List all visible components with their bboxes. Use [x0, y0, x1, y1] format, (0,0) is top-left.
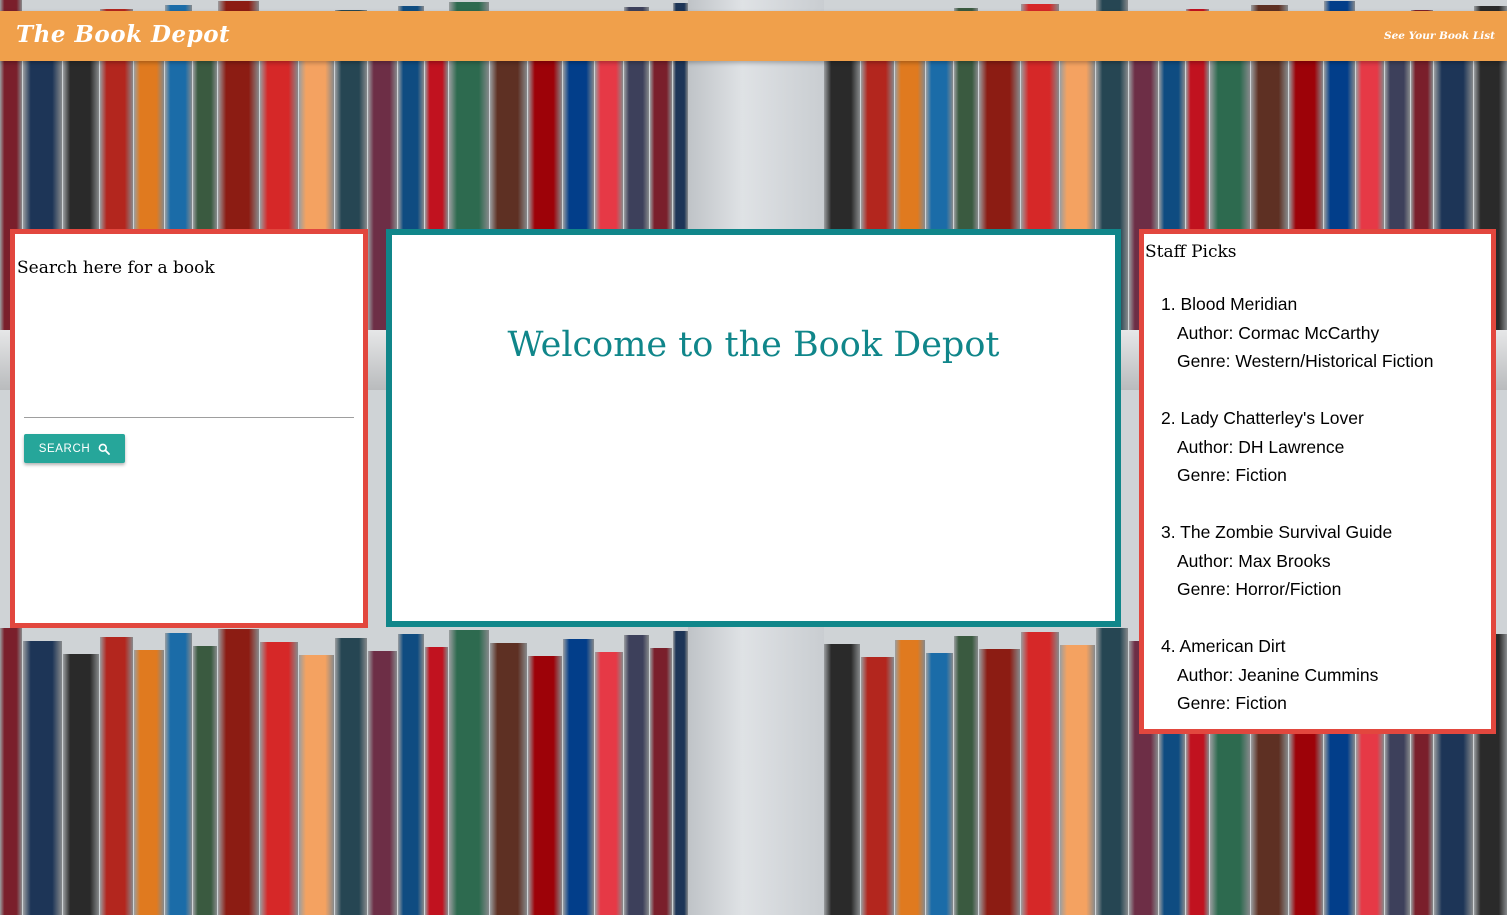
book-spine	[23, 641, 62, 915]
list-item: 2. Lady Chatterley's Lover Author: DH La…	[1161, 404, 1433, 490]
pick-author: Author: DH Lawrence	[1177, 436, 1345, 457]
book-spine	[425, 647, 448, 915]
pick-number: 4.	[1161, 636, 1176, 656]
book-spine	[528, 656, 562, 915]
pick-title: American Dirt	[1179, 636, 1286, 656]
book-spine	[979, 649, 1020, 915]
book-spine	[563, 639, 594, 915]
welcome-title: Welcome to the Book Depot	[507, 325, 1000, 365]
pick-genre: Genre: Fiction	[1177, 465, 1287, 485]
book-spine	[193, 646, 217, 915]
book-spine	[1060, 645, 1095, 915]
book-spine	[624, 635, 649, 915]
staff-picks-title: Staff Picks	[1145, 242, 1237, 262]
book-spine	[100, 637, 133, 915]
book-spine	[490, 643, 527, 915]
pick-genre: Genre: Horror/Fiction	[1177, 579, 1342, 599]
list-item: 1. Blood Meridian Author: Cormac McCarth…	[1161, 290, 1433, 376]
book-spine	[449, 630, 489, 915]
search-icon	[98, 443, 111, 455]
list-item: 4. American Dirt Author: Jeanine Cummins…	[1161, 632, 1433, 718]
book-spine	[1021, 632, 1059, 915]
book-spine	[0, 628, 22, 915]
pick-title: Lady Chatterley's Lover	[1180, 408, 1364, 428]
search-input[interactable]	[24, 391, 354, 418]
book-spine	[895, 640, 925, 915]
pick-title: Blood Meridian	[1180, 294, 1298, 314]
book-spine	[954, 636, 978, 915]
book-spine	[218, 629, 259, 915]
search-button-label: SEARCH	[38, 442, 91, 455]
book-spine	[63, 654, 99, 915]
pick-number: 2.	[1161, 408, 1176, 428]
brand-logo[interactable]: The Book Depot	[16, 21, 230, 48]
staff-picks-panel: Staff Picks 1. Blood Meridian Author: Co…	[1139, 229, 1496, 734]
pick-author: Author: Cormac McCarthy	[1177, 322, 1380, 343]
book-spine	[824, 644, 860, 915]
book-spine	[595, 652, 623, 915]
book-list-link[interactable]: See Your Book List	[1384, 30, 1495, 42]
search-heading: Search here for a book	[17, 258, 215, 278]
staff-picks-list: 1. Blood Meridian Author: Cormac McCarth…	[1161, 290, 1433, 746]
book-spine	[673, 631, 688, 915]
navbar: The Book Depot See Your Book List	[0, 11, 1507, 61]
book-spine	[861, 657, 894, 915]
pick-title: The Zombie Survival Guide	[1180, 522, 1393, 542]
book-spine	[1096, 628, 1128, 915]
pick-number: 3.	[1161, 522, 1176, 542]
book-spine	[398, 634, 424, 915]
pick-author: Author: Max Brooks	[1177, 550, 1331, 571]
pick-number: 1.	[1161, 294, 1176, 314]
pick-author: Author: Jeanine Cummins	[1177, 664, 1379, 685]
book-spine	[368, 651, 397, 915]
book-spine	[165, 633, 192, 915]
book-spine	[260, 642, 298, 915]
book-spine	[926, 653, 953, 915]
list-item: 3. The Zombie Survival Guide Author: Max…	[1161, 518, 1433, 604]
welcome-panel: Welcome to the Book Depot	[386, 229, 1121, 627]
book-spine	[335, 638, 367, 915]
pick-genre: Genre: Fiction	[1177, 693, 1287, 713]
search-panel: Search here for a book SEARCH	[10, 229, 368, 628]
book-spine	[650, 648, 672, 915]
book-spine	[134, 650, 164, 915]
search-button[interactable]: SEARCH	[24, 434, 125, 463]
pick-genre: Genre: Western/Historical Fiction	[1177, 351, 1434, 371]
book-spine	[299, 655, 334, 915]
